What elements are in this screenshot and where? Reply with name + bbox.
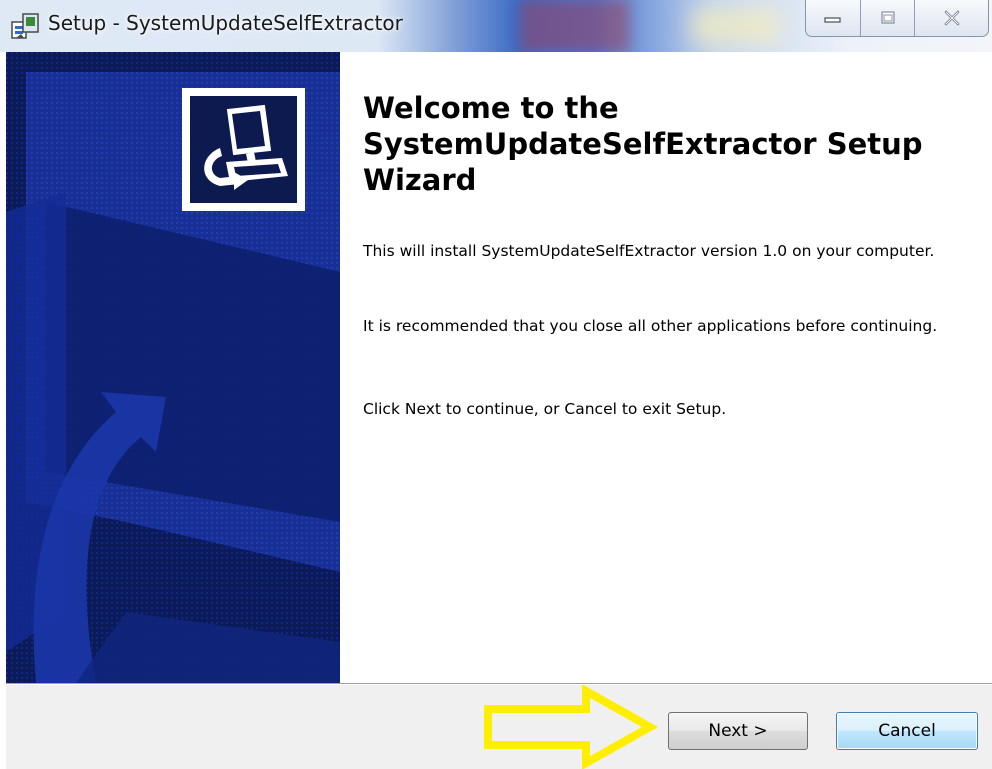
maximize-button[interactable]	[861, 0, 916, 36]
wizard-logo-frame	[182, 88, 305, 211]
minimize-button[interactable]	[806, 0, 861, 36]
title-bar[interactable]: Setup - SystemUpdateSelfExtractor	[0, 0, 992, 52]
close-apps-recommendation: It is recommended that you close all oth…	[363, 317, 938, 335]
close-button[interactable]	[915, 0, 988, 36]
arrow-right-icon	[484, 685, 659, 769]
window-title: Setup - SystemUpdateSelfExtractor	[48, 11, 403, 35]
wizard-content: Welcome to the SystemUpdateSelfExtractor…	[340, 52, 992, 683]
setup-wizard-window: Setup - SystemUpdateSelfExtractor Welcom…	[0, 0, 992, 769]
minimize-icon	[824, 17, 841, 23]
setup-app-icon	[11, 13, 39, 39]
wizard-banner-image	[6, 52, 340, 683]
computer-install-icon	[204, 104, 288, 190]
install-description: This will install SystemUpdateSelfExtrac…	[363, 242, 935, 260]
cancel-button[interactable]: Cancel	[836, 712, 978, 750]
close-icon	[944, 10, 960, 26]
continue-instructions: Click Next to continue, or Cancel to exi…	[363, 400, 727, 418]
maximize-icon	[880, 11, 895, 24]
wizard-heading: Welcome to the SystemUpdateSelfExtractor…	[363, 91, 923, 197]
next-button[interactable]: Next >	[668, 712, 808, 750]
caption-buttons	[805, 0, 989, 37]
